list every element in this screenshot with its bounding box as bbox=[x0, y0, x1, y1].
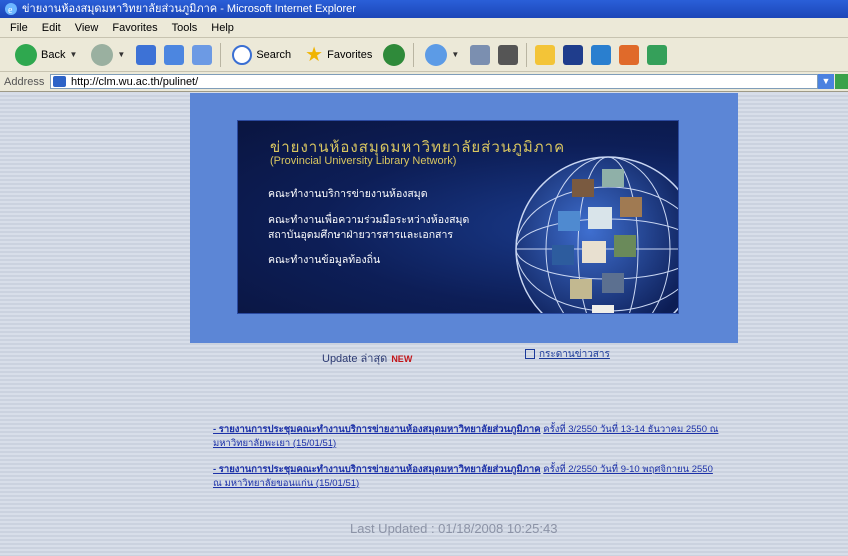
toolbar-separator bbox=[526, 42, 528, 67]
new-badge: NEW bbox=[391, 354, 413, 364]
favorites-button[interactable]: ★ Favorites bbox=[302, 41, 375, 69]
menu-help[interactable]: Help bbox=[211, 18, 234, 37]
forward-button[interactable]: ▼ bbox=[88, 41, 128, 69]
history-icon[interactable] bbox=[383, 43, 406, 66]
word-icon[interactable] bbox=[563, 44, 584, 65]
news-item-title[interactable]: - รายงานการประชุมคณะทำงานบริการข่ายงานห้… bbox=[213, 464, 541, 475]
address-url: http://clm.wu.ac.th/pulinet/ bbox=[71, 76, 199, 88]
banner: ข่ายงานห้องสมุดมหาวิทยาลัยส่วนภูมิภาค (P… bbox=[238, 121, 678, 313]
news-item[interactable]: - รายงานการประชุมคณะทำงานบริการข่ายงานห้… bbox=[213, 463, 723, 491]
chevron-down-icon: ▼ bbox=[117, 50, 126, 59]
search-button[interactable]: Search bbox=[229, 41, 294, 69]
banner-subtitle: (Provincial University Library Network) bbox=[270, 155, 457, 167]
mail-button[interactable]: ▼ bbox=[422, 41, 462, 69]
address-dropdown-button[interactable]: ▼ bbox=[818, 74, 834, 89]
menu-view[interactable]: View bbox=[75, 18, 99, 37]
window-title: ข่ายงานห้องสมุดมหาวิทยาลัยส่วนภูมิภาค - … bbox=[22, 3, 356, 15]
address-bar: Address http://clm.wu.ac.th/pulinet/ ▼ bbox=[0, 72, 848, 92]
star-icon: ★ bbox=[305, 44, 324, 66]
edit-icon[interactable] bbox=[498, 44, 519, 65]
address-label: Address bbox=[4, 76, 45, 88]
go-button[interactable] bbox=[835, 74, 848, 89]
menu-favorites[interactable]: Favorites bbox=[112, 18, 157, 37]
banner-link-library-cooperation[interactable]: คณะทำงานเพื่อความร่วมมือระหว่างห้องสมุด bbox=[268, 213, 469, 228]
chevron-down-icon: ▼ bbox=[821, 76, 831, 86]
news-item[interactable]: - รายงานการประชุมคณะทำงานบริการข่ายงานห้… bbox=[213, 423, 723, 451]
news-item-title[interactable]: - รายงานการประชุมคณะทำงานบริการข่ายงานห้… bbox=[213, 424, 541, 435]
research-icon[interactable] bbox=[619, 44, 640, 65]
menu-bar: File Edit View Favorites Tools Help bbox=[0, 18, 848, 38]
search-label: Search bbox=[256, 48, 292, 61]
page-favicon-icon bbox=[53, 76, 66, 87]
home-icon[interactable] bbox=[192, 44, 213, 65]
toolbar: Back ▼ ▼ Search ★ Favorites ▼ bbox=[0, 38, 848, 72]
messenger-icon[interactable] bbox=[647, 44, 668, 65]
message-board-label: กระดานข่าวสาร bbox=[539, 349, 610, 360]
window-title-bar: e ข่ายงานห้องสมุดมหาวิทยาลัยส่วนภูมิภาค … bbox=[0, 0, 848, 18]
banner-link-network-services[interactable]: คณะทำงานบริการข่ายงานห้องสมุด bbox=[268, 187, 428, 202]
print-icon[interactable] bbox=[470, 44, 491, 65]
back-arrow-icon bbox=[15, 43, 37, 66]
menu-file[interactable]: File bbox=[10, 18, 28, 37]
back-label: Back bbox=[41, 48, 66, 61]
forward-arrow-icon bbox=[91, 43, 114, 66]
last-updated-text: Last Updated : 01/18/2008 10:25:43 bbox=[350, 521, 558, 536]
globe-icon bbox=[515, 156, 678, 313]
chevron-down-icon: ▼ bbox=[69, 50, 78, 59]
update-text: Update ล่าสุด bbox=[322, 353, 388, 365]
mail-icon bbox=[425, 43, 448, 66]
chevron-down-icon: ▼ bbox=[451, 50, 460, 59]
page-content: ข่ายงานห้องสมุดมหาวิทยาลัยส่วนภูมิภาค (P… bbox=[0, 93, 848, 556]
message-board-link[interactable]: กระดานข่าวสาร bbox=[525, 347, 610, 362]
internet-explorer-icon: e bbox=[5, 3, 17, 16]
menu-tools[interactable]: Tools bbox=[172, 18, 198, 37]
back-button[interactable]: Back ▼ bbox=[12, 41, 80, 69]
banner-link-local-information[interactable]: คณะทำงานข้อมูลท้องถิ่น bbox=[268, 253, 380, 268]
refresh-icon[interactable] bbox=[164, 44, 185, 65]
folder-icon[interactable] bbox=[535, 44, 556, 65]
favorites-label: Favorites bbox=[327, 48, 373, 61]
update-label: Update ล่าสุด NEW bbox=[322, 349, 412, 367]
svg-text:e: e bbox=[8, 5, 13, 16]
media-icon[interactable] bbox=[591, 44, 612, 65]
banner-link-library-cooperation-line2[interactable]: สถาบันอุดมศึกษาฝ่ายวารสารและเอกสาร bbox=[268, 228, 453, 243]
stop-icon[interactable] bbox=[136, 44, 157, 65]
toolbar-separator bbox=[413, 42, 415, 67]
toolbar-separator bbox=[220, 42, 222, 67]
search-icon bbox=[232, 44, 253, 65]
address-input[interactable]: http://clm.wu.ac.th/pulinet/ bbox=[50, 74, 818, 89]
document-icon bbox=[525, 349, 535, 360]
menu-edit[interactable]: Edit bbox=[42, 18, 61, 37]
